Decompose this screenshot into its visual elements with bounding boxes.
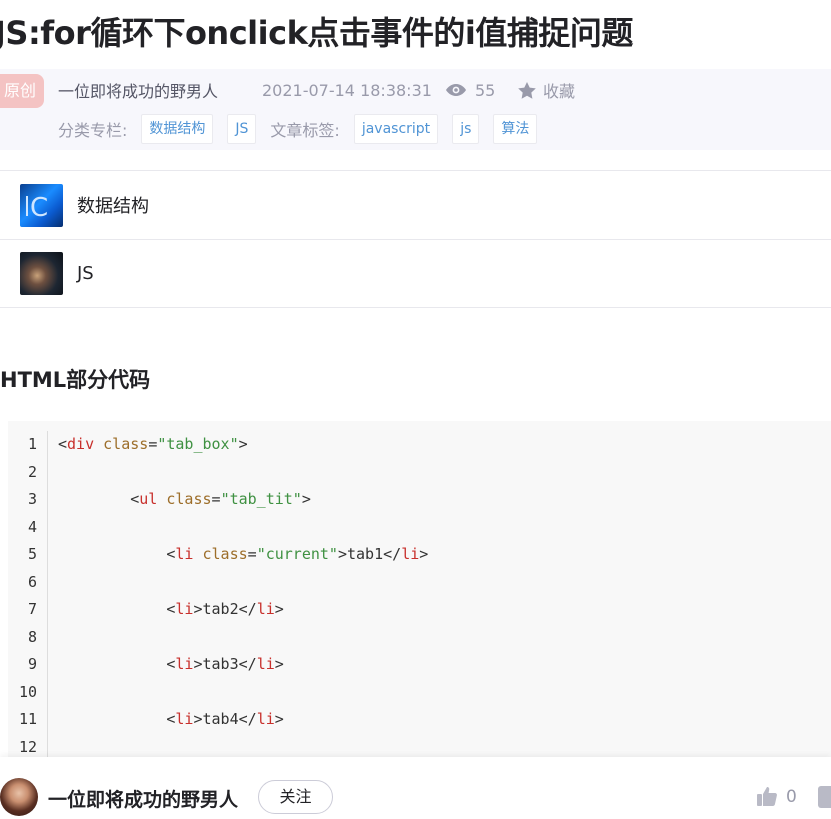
- code-block: 1 2 3 4 5 6 7 8 9 10 11 12 <div class="tab_box"> <u…: [8, 421, 831, 761]
- line-number: 1: [27, 435, 37, 453]
- category-tag[interactable]: JS: [227, 114, 257, 144]
- code-line: <li>tab3</li>: [166, 655, 284, 673]
- line-number: 11: [18, 710, 37, 728]
- line-number: 5: [27, 545, 37, 563]
- svg-text:C: C: [30, 193, 48, 223]
- category-tag-row: 分类专栏: 数据结构 JS 文章标签: javascript js 算法: [58, 114, 538, 144]
- code-line: <li>tab4</li>: [166, 710, 284, 728]
- eye-icon: [446, 84, 466, 96]
- footer-author-name[interactable]: 一位即将成功的野男人: [48, 785, 238, 812]
- article-tag[interactable]: javascript: [353, 114, 439, 144]
- article-tag[interactable]: js: [452, 114, 480, 144]
- comment-icon[interactable]: [818, 786, 831, 808]
- article-title: JS:for循环下onclick点击事件的i值捕捉问题: [0, 14, 633, 52]
- footer-toolbar: 一位即将成功的野男人 关注 0: [0, 757, 831, 819]
- category-label: 分类专栏:: [58, 121, 128, 140]
- column-item[interactable]: JS: [0, 239, 831, 308]
- avatar[interactable]: [0, 778, 38, 816]
- original-badge: 原创: [0, 74, 44, 108]
- tags-label: 文章标签:: [270, 121, 340, 140]
- code-lines: <div class="tab_box"> <ul class="tab_tit…: [58, 431, 428, 761]
- line-number: 2: [27, 462, 37, 481]
- code-line: <li class="current">tab1</li>: [166, 545, 429, 563]
- section-heading: HTML部分代码: [0, 368, 151, 392]
- column-name: 数据结构: [77, 196, 149, 217]
- line-number-gutter: 1 2 3 4 5 6 7 8 9 10 11 12: [8, 431, 48, 761]
- publish-date: 2021-07-14 18:38:31: [262, 80, 432, 100]
- category-tag[interactable]: 数据结构: [141, 114, 214, 144]
- article-tag[interactable]: 算法: [493, 114, 538, 144]
- author-link[interactable]: 一位即将成功的野男人: [58, 78, 218, 102]
- view-count-value: 55: [475, 80, 496, 100]
- line-number: 7: [27, 600, 37, 618]
- code-line: <li>tab2</li>: [166, 600, 284, 618]
- column-list: C 数据结构 JS: [0, 170, 831, 308]
- code-line: <div class="tab_box">: [58, 435, 248, 453]
- thumbs-up-icon: [757, 787, 777, 806]
- like-button[interactable]: 0: [756, 786, 797, 807]
- line-number: 6: [27, 572, 37, 591]
- column-item[interactable]: C 数据结构: [0, 170, 831, 239]
- star-icon: [518, 81, 536, 99]
- favorite-button[interactable]: 收藏: [517, 78, 575, 102]
- line-number: 3: [27, 490, 37, 508]
- line-number: 9: [27, 655, 37, 673]
- line-number: 10: [18, 682, 37, 701]
- column-thumbnail: C: [20, 183, 63, 227]
- like-count: 0: [786, 786, 797, 807]
- column-thumbnail: [20, 252, 63, 295]
- favorite-label: 收藏: [543, 82, 576, 101]
- c-logo-icon: C: [26, 193, 48, 223]
- follow-button[interactable]: 关注: [258, 780, 333, 814]
- view-count: 55: [445, 78, 495, 102]
- line-number: 4: [27, 517, 37, 536]
- line-number: 8: [27, 627, 37, 646]
- code-line: <ul class="tab_tit">: [130, 490, 311, 508]
- column-name: JS: [77, 263, 94, 284]
